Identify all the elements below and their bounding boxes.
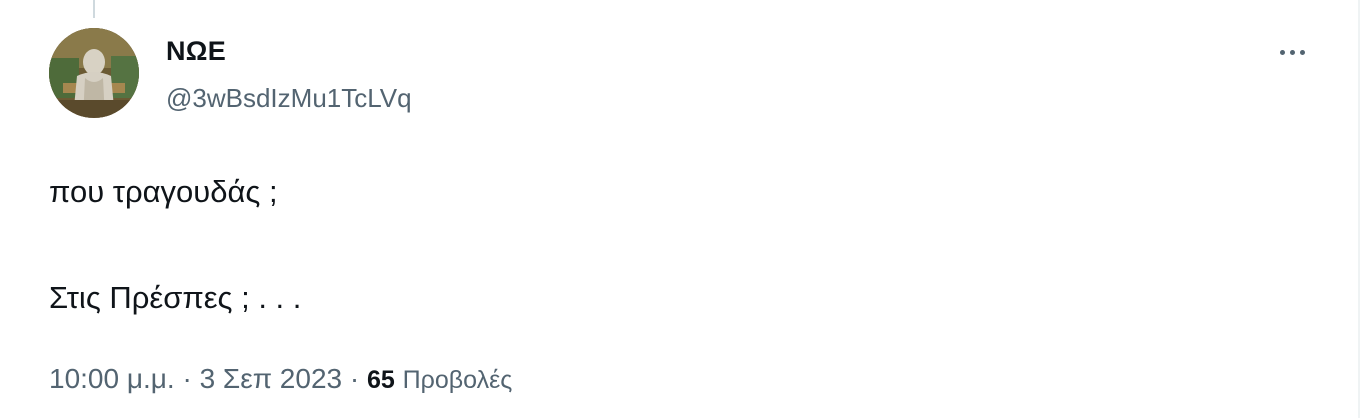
- meta-separator: ·: [182, 363, 192, 394]
- meta-separator: ·: [349, 363, 360, 394]
- tweet-metadata: 10:00 μ.μ. · 3 Σεπ 2023 · 65 Προβολές: [49, 363, 512, 395]
- views-count[interactable]: 65: [367, 366, 395, 394]
- more-options-button[interactable]: [1270, 38, 1314, 66]
- tweet-text-line: που τραγουδάς ;: [49, 174, 278, 209]
- avatar[interactable]: [49, 28, 139, 118]
- ellipsis-icon: [1279, 49, 1285, 55]
- ellipsis-icon: [1289, 49, 1295, 55]
- tweet-text-line: Στις Πρέσπες ; . . .: [49, 280, 302, 315]
- ellipsis-icon: [1299, 49, 1305, 55]
- author-display-name[interactable]: ΝΩΕ: [166, 36, 226, 67]
- avatar-image: [49, 28, 139, 118]
- tweet-time[interactable]: 10:00 μ.μ.: [49, 363, 175, 394]
- views-label: Προβολές: [402, 366, 513, 394]
- tweet-date[interactable]: 3 Σεπ 2023: [200, 363, 343, 394]
- author-handle[interactable]: @3wBsdIzMu1TcLVq: [166, 83, 412, 114]
- thread-connector-line: [93, 0, 95, 18]
